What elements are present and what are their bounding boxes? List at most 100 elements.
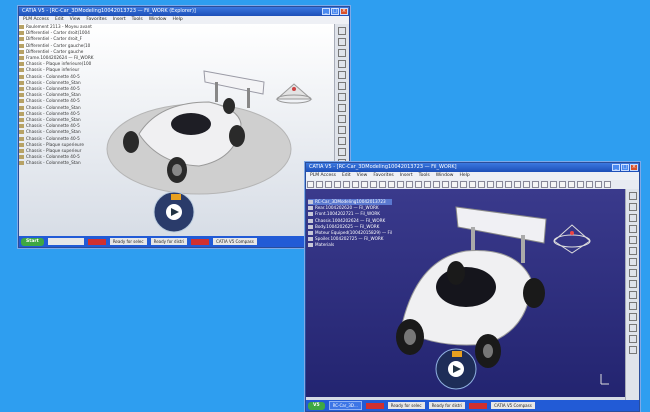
start-button[interactable]: Start [21, 237, 44, 246]
tool-icon[interactable] [595, 181, 602, 188]
window2-titlebar[interactable]: CATIA V5 - [RC-Car_3DModeling10042013723… [306, 163, 639, 172]
tool-icon[interactable] [338, 38, 346, 46]
tool-icon[interactable] [628, 302, 637, 310]
tool-icon[interactable] [338, 137, 346, 145]
tool-icon[interactable] [316, 181, 323, 188]
tool-icon[interactable] [338, 71, 346, 79]
menu-tools[interactable]: Tools [132, 16, 143, 24]
window1-taskbar: Start Ready for selec Ready for distri C… [19, 236, 349, 247]
taskbar-item[interactable]: RC-Car_3D... [328, 401, 362, 410]
menu-tools[interactable]: Tools [419, 172, 430, 180]
tool-icon[interactable] [604, 181, 611, 188]
minimize-button[interactable]: _ [612, 164, 620, 171]
catia-window-explorer[interactable]: CATIA V5 - [RC-Car_3DModeling10042013723… [18, 6, 350, 248]
tool-icon[interactable] [338, 60, 346, 68]
tool-icon[interactable] [469, 181, 476, 188]
menu-view[interactable]: View [357, 172, 368, 180]
tool-icon[interactable] [628, 247, 637, 255]
tool-icon[interactable] [586, 181, 593, 188]
tool-icon[interactable] [397, 181, 404, 188]
tool-icon[interactable] [334, 181, 341, 188]
tool-icon[interactable] [338, 148, 346, 156]
tool-icon[interactable] [532, 181, 539, 188]
close-button[interactable]: × [630, 164, 638, 171]
window1-viewport[interactable]: Roulement 2113 - Moyeu avant Differentie… [19, 24, 335, 236]
tool-icon[interactable] [338, 82, 346, 90]
tool-icon[interactable] [338, 27, 346, 35]
tool-icon[interactable] [568, 181, 575, 188]
tool-icon[interactable] [628, 313, 637, 321]
tool-icon[interactable] [496, 181, 503, 188]
tool-icon[interactable] [514, 181, 521, 188]
tool-icon[interactable] [628, 324, 637, 332]
taskbar-search[interactable] [47, 238, 84, 245]
tool-icon[interactable] [628, 258, 637, 266]
menu-window[interactable]: Window [149, 16, 167, 24]
tool-icon[interactable] [628, 203, 637, 211]
tool-icon[interactable] [628, 236, 637, 244]
tool-icon[interactable] [628, 269, 637, 277]
window2-viewport[interactable]: RC-Car_3DModeling10042013723 Rear.100420… [306, 189, 626, 397]
menu-plm-access[interactable]: PLM Access [23, 16, 49, 24]
menu-view[interactable]: View [70, 16, 81, 24]
tool-icon[interactable] [338, 104, 346, 112]
menu-help[interactable]: Help [459, 172, 469, 180]
close-button[interactable]: × [340, 8, 348, 15]
navigation-wheel-icon [153, 191, 195, 233]
tool-icon[interactable] [478, 181, 485, 188]
tool-icon[interactable] [523, 181, 530, 188]
menu-insert[interactable]: Insert [400, 172, 413, 180]
tool-icon[interactable] [628, 192, 637, 200]
menu-insert[interactable]: Insert [113, 16, 126, 24]
tool-icon[interactable] [442, 181, 449, 188]
tool-icon[interactable] [433, 181, 440, 188]
tool-icon[interactable] [379, 181, 386, 188]
tree-node[interactable]: Chassis - Colonnette_Stan [19, 160, 94, 166]
menu-help[interactable]: Help [172, 16, 182, 24]
maximize-button[interactable]: □ [331, 8, 339, 15]
catia-window-main[interactable]: CATIA V5 - [RC-Car_3DModeling10042013723… [305, 162, 640, 412]
tool-icon[interactable] [505, 181, 512, 188]
tool-icon[interactable] [559, 181, 566, 188]
tool-icon[interactable] [338, 115, 346, 123]
start-button[interactable]: V5 [308, 401, 325, 410]
tool-icon[interactable] [487, 181, 494, 188]
tool-icon[interactable] [460, 181, 467, 188]
window1-spec-tree[interactable]: Roulement 2113 - Moyeu avant Differentie… [19, 24, 94, 167]
tool-icon[interactable] [550, 181, 557, 188]
tool-icon[interactable] [415, 181, 422, 188]
tree-node[interactable]: Materials [308, 242, 392, 248]
window2-spec-tree[interactable]: RC-Car_3DModeling10042013723 Rear.100420… [308, 199, 392, 249]
window1-titlebar[interactable]: CATIA V5 - [RC-Car_3DModeling10042013723… [19, 7, 349, 16]
maximize-button[interactable]: □ [621, 164, 629, 171]
tool-icon[interactable] [628, 335, 637, 343]
tool-icon[interactable] [388, 181, 395, 188]
tool-icon[interactable] [307, 181, 314, 188]
tool-icon[interactable] [577, 181, 584, 188]
tool-icon[interactable] [338, 49, 346, 57]
error-indicator [469, 402, 488, 409]
minimize-button[interactable]: _ [322, 8, 330, 15]
tool-icon[interactable] [628, 225, 637, 233]
tool-icon[interactable] [338, 126, 346, 134]
tool-icon[interactable] [451, 181, 458, 188]
menu-edit[interactable]: Edit [55, 16, 64, 24]
tool-icon[interactable] [325, 181, 332, 188]
tool-icon[interactable] [541, 181, 548, 188]
tool-icon[interactable] [406, 181, 413, 188]
menu-favorites[interactable]: Favorites [86, 16, 106, 24]
tool-icon[interactable] [628, 346, 637, 354]
menu-window[interactable]: Window [436, 172, 454, 180]
tool-icon[interactable] [352, 181, 359, 188]
menu-plm-access[interactable]: PLM Access [310, 172, 336, 180]
tool-icon[interactable] [628, 214, 637, 222]
tool-icon[interactable] [338, 93, 346, 101]
tool-icon[interactable] [370, 181, 377, 188]
tool-icon[interactable] [361, 181, 368, 188]
menu-favorites[interactable]: Favorites [373, 172, 393, 180]
tool-icon[interactable] [343, 181, 350, 188]
tool-icon[interactable] [628, 291, 637, 299]
tool-icon[interactable] [424, 181, 431, 188]
tool-icon[interactable] [628, 280, 637, 288]
menu-edit[interactable]: Edit [342, 172, 351, 180]
